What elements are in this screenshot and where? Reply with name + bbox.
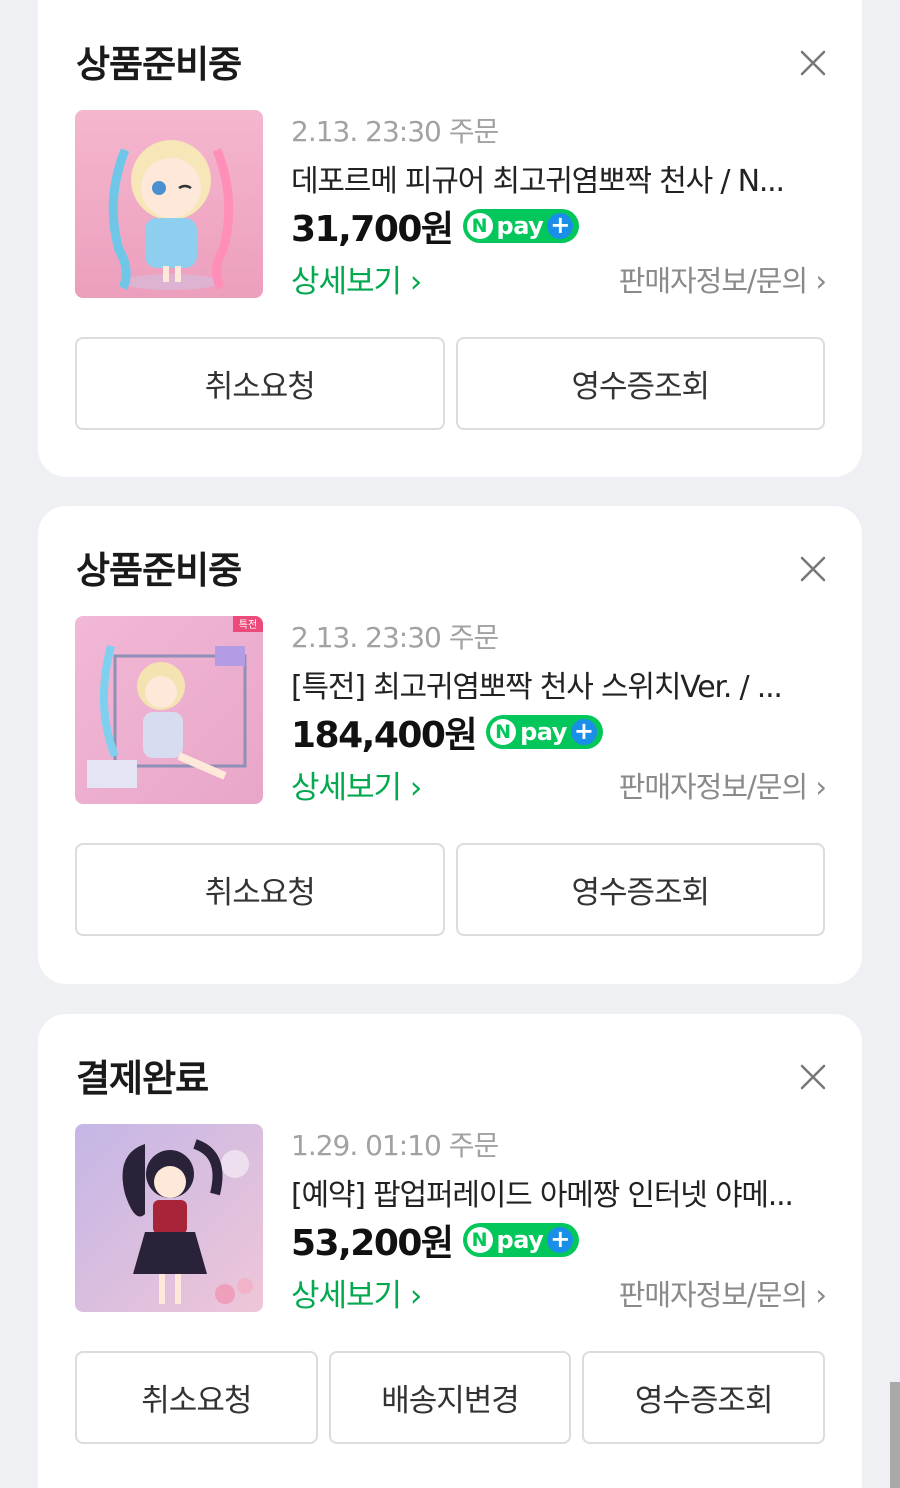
receipt-button[interactable]: 영수증조회: [582, 1351, 826, 1444]
order-status: 상품준비중: [76, 43, 242, 86]
close-icon[interactable]: [798, 48, 828, 78]
npay-n-icon: N: [466, 1227, 493, 1253]
order-status: 결제완료: [76, 1057, 209, 1100]
npay-text: pay: [496, 212, 544, 240]
product-thumbnail[interactable]: [75, 1124, 263, 1312]
order-date: 2.13. 23:30 주문: [291, 115, 499, 148]
cancel-request-button[interactable]: 취소요청: [75, 1351, 318, 1444]
order-card: 상품준비중 특전 2.13. 23:30 주문 [특전] 최고귀염뽀짝 천사 스…: [38, 506, 862, 984]
seller-info-link[interactable]: 판매자정보/문의 ›: [619, 764, 827, 806]
order-date: 1.29. 01:10 주문: [291, 1129, 499, 1162]
product-price: 184,400원: [291, 715, 478, 756]
product-price: 53,200원: [291, 1223, 454, 1264]
price-row: 31,700원 N pay +: [291, 200, 580, 252]
npay-plus-badge: N pay +: [462, 209, 580, 243]
order-status: 상품준비중: [76, 549, 242, 592]
npay-plus-badge: N pay +: [462, 1223, 580, 1257]
order-list: 상품준비중 2.13. 23:30 주문 데포르메 피규어 최고귀염뽀짝 천사 …: [0, 0, 900, 1488]
receipt-button[interactable]: 영수증조회: [455, 337, 825, 430]
order-date: 2.13. 23:30 주문: [291, 621, 499, 654]
cancel-request-button[interactable]: 취소요청: [75, 843, 445, 936]
npay-text: pay: [496, 1226, 544, 1254]
npay-plus-badge: N pay +: [486, 715, 603, 749]
detail-view-link[interactable]: 상세보기 ›: [291, 762, 422, 807]
action-buttons: 취소요청 영수증조회: [75, 843, 825, 936]
product-name[interactable]: [특전] 최고귀염뽀짝 천사 스위치Ver. / ...: [291, 662, 831, 706]
receipt-button[interactable]: 영수증조회: [455, 843, 825, 936]
price-row: 184,400원 N pay +: [291, 706, 603, 758]
plus-icon: +: [547, 213, 574, 239]
order-card: 상품준비중 2.13. 23:30 주문 데포르메 피규어 최고귀염뽀짝 천사 …: [38, 0, 862, 477]
npay-text: pay: [520, 718, 567, 746]
plus-icon: +: [547, 1227, 574, 1253]
seller-info-link[interactable]: 판매자정보/문의 ›: [619, 258, 827, 300]
thumb-badge: 특전: [239, 619, 257, 631]
scrollbar[interactable]: [890, 1382, 900, 1488]
detail-view-link[interactable]: 상세보기 ›: [291, 1270, 422, 1315]
action-buttons: 취소요청 영수증조회: [75, 337, 825, 430]
price-row: 53,200원 N pay +: [291, 1214, 580, 1266]
npay-n-icon: N: [466, 213, 493, 239]
product-thumbnail[interactable]: [75, 110, 263, 298]
cancel-request-button[interactable]: 취소요청: [75, 337, 445, 430]
detail-view-link[interactable]: 상세보기 ›: [291, 256, 422, 301]
product-price: 31,700원: [291, 209, 454, 250]
product-name[interactable]: 데포르메 피규어 최고귀염뽀짝 천사 / N...: [291, 156, 831, 200]
product-name[interactable]: [예약] 팝업퍼레이드 아메짱 인터넷 야메...: [291, 1170, 831, 1214]
npay-n-icon: N: [490, 719, 517, 745]
seller-info-link[interactable]: 판매자정보/문의 ›: [619, 1272, 827, 1314]
action-buttons: 취소요청 배송지변경 영수증조회: [75, 1351, 826, 1444]
change-address-button[interactable]: 배송지변경: [328, 1351, 572, 1444]
close-icon[interactable]: [798, 1062, 828, 1092]
order-card: 결제완료 1.29. 01:10 주문 [예약] 팝업퍼레이드 아메짱 인터넷 …: [38, 1014, 862, 1488]
plus-icon: +: [570, 719, 597, 745]
product-thumbnail[interactable]: 특전: [75, 616, 263, 804]
close-icon[interactable]: [798, 554, 828, 584]
